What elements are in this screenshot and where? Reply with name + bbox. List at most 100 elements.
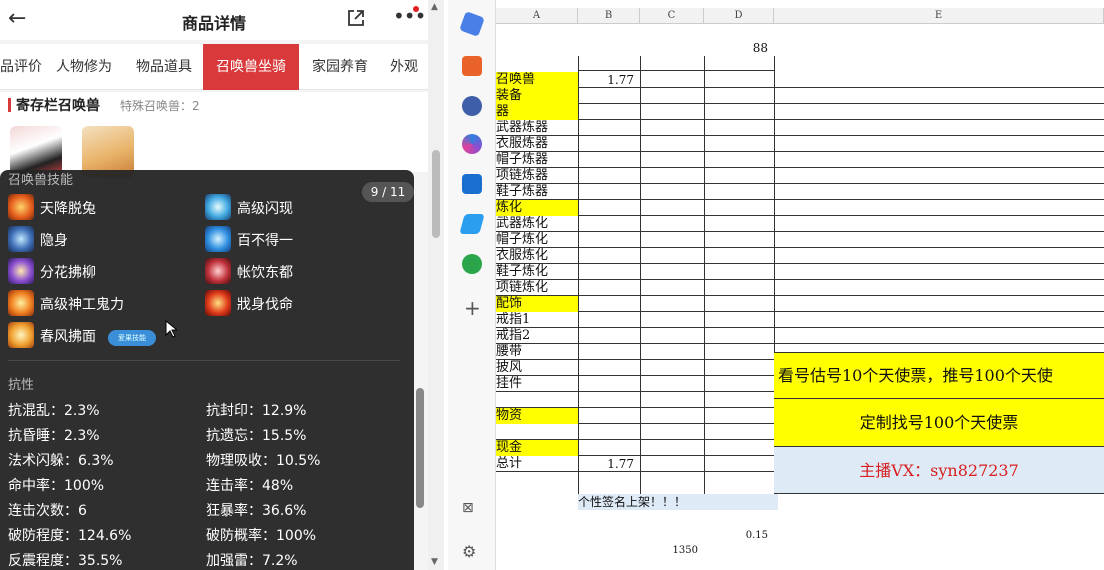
column-header-a[interactable]: A — [496, 8, 578, 24]
cell-c-bottom[interactable]: 1350 — [640, 543, 704, 559]
cell-a[interactable]: 帽子炼化 — [496, 232, 578, 248]
attr-value: 抗封印：12.9% — [206, 403, 307, 419]
toolbox-icon[interactable] — [462, 56, 482, 76]
user-icon[interactable] — [462, 96, 482, 116]
sheet-row: 帽子炼器 — [496, 152, 1104, 168]
attr-value: 命中率：100% — [8, 478, 105, 494]
cell-a[interactable]: 衣服炼器 — [496, 136, 578, 152]
skill-name: 春风拂面 — [40, 329, 96, 345]
tab-character[interactable]: 人物修为 — [46, 44, 122, 90]
sheet-row: 装备 — [496, 88, 1104, 104]
resist-heading: 抗性 — [8, 378, 35, 393]
attr-value: 反震程度：35.5% — [8, 553, 123, 569]
tab-pets-mounts[interactable]: 召唤兽坐骑 — [203, 44, 299, 90]
add-icon[interactable]: + — [464, 296, 481, 320]
scroll-up-icon[interactable]: ▲ — [431, 2, 438, 12]
cell-a[interactable]: 配饰 — [496, 296, 578, 312]
skill-name: 高级神工鬼力 — [40, 297, 124, 313]
sheet-row: 炼化 — [496, 200, 1104, 216]
column-header-b[interactable]: B — [578, 8, 640, 24]
cell-d-top[interactable]: 88 — [704, 40, 774, 56]
cell-a[interactable]: 总计 — [496, 456, 578, 472]
cell-a[interactable]: 鞋子炼化 — [496, 264, 578, 280]
tab-reviews[interactable]: 品评价 — [0, 44, 42, 90]
section-marker — [8, 98, 11, 112]
attr-value: 抗昏睡：2.3% — [8, 428, 100, 444]
cell-e-appraisal[interactable]: 看号估号10个天使票，推号100个天使 — [774, 352, 1104, 398]
tree-icon[interactable] — [462, 254, 482, 274]
skill-icon — [205, 194, 231, 220]
column-header-d[interactable]: D — [704, 8, 774, 24]
share-icon[interactable] — [346, 8, 366, 28]
cell-a[interactable]: 挂件 — [496, 376, 578, 392]
outlook-icon[interactable] — [462, 174, 482, 194]
cell-a[interactable]: 戒指2 — [496, 328, 578, 344]
skill-icon — [8, 226, 34, 252]
cell-a[interactable]: 项链炼器 — [496, 168, 578, 184]
skill-name: 高级闪现 — [237, 201, 293, 217]
tag-icon[interactable] — [459, 11, 485, 37]
cell-a[interactable]: 器 — [496, 104, 578, 120]
cell-e-custom[interactable]: 定制找号100个天使票 — [774, 398, 1104, 446]
app-sidebar: + ⊠ ⚙ — [448, 0, 496, 570]
pet-detail-popup: 召唤兽技能 9 / 11 天降脱兔 高级闪现 隐身 百不得一 分花拂柳 帐饮东都… — [0, 170, 414, 570]
more-icon[interactable]: ••• — [393, 4, 426, 28]
column-header-c[interactable]: C — [640, 8, 704, 24]
cell-a[interactable]: 物资 — [496, 408, 578, 424]
tab-items[interactable]: 物品道具 — [126, 44, 202, 90]
scroll-down-icon[interactable]: ▼ — [431, 557, 438, 567]
column-header-e[interactable]: E — [774, 8, 1104, 24]
attr-value: 连击次数：6 — [8, 503, 87, 519]
send-icon[interactable] — [459, 214, 485, 234]
cell-d-bottom[interactable]: 0.15 — [704, 528, 774, 544]
tab-home[interactable]: 家园养育 — [302, 44, 378, 90]
top-bar: ← 商品详情 ••• — [0, 0, 428, 40]
attr-value: 抗遗忘：15.5% — [206, 428, 307, 444]
storage-heading: 寄存栏召唤兽 — [16, 98, 100, 114]
cell-a[interactable]: 炼化 — [496, 200, 578, 216]
page-scrollbar[interactable]: ▲ ▼ — [428, 0, 444, 570]
skills-heading: 召唤兽技能 — [8, 173, 74, 188]
tab-appearance[interactable]: 外观 — [382, 44, 426, 90]
spreadsheet: A B C D E 88 召唤兽 1.77 装备器武器炼器 衣服炼器 帽子炼器 项链炼器鞋… — [496, 0, 1104, 570]
cell-a[interactable]: 衣服炼化 — [496, 248, 578, 264]
cell-signature-note[interactable]: 个性签名上架！！！ — [578, 494, 778, 510]
copilot-icon[interactable] — [462, 134, 482, 154]
cell-a[interactable]: 戒指1 — [496, 312, 578, 328]
page-indicator: 9 / 11 — [362, 182, 414, 202]
cell-a[interactable]: 腰带 — [496, 344, 578, 360]
attr-value: 加强雷：7.2% — [206, 553, 298, 569]
divider — [8, 360, 400, 361]
screenshot-icon[interactable]: ⊠ — [462, 500, 474, 516]
cell-a[interactable]: 装备 — [496, 88, 578, 104]
cell-e-contact[interactable]: 主播VX：syn827237 — [774, 446, 1104, 494]
skill-icon — [8, 290, 34, 316]
cell-a[interactable]: 召唤兽 — [496, 72, 578, 88]
attr-value: 连击率：48% — [206, 478, 294, 494]
skill-icon — [8, 322, 34, 348]
skill-name: 隐身 — [40, 233, 68, 249]
cell-b-pet[interactable]: 1.77 — [578, 72, 640, 88]
cell-a[interactable]: 武器炼化 — [496, 216, 578, 232]
cell-a[interactable] — [496, 392, 578, 408]
settings-gear-icon[interactable]: ⚙ — [462, 542, 476, 561]
cell-a[interactable]: 武器炼器 — [496, 120, 578, 136]
attr-value: 物理吸收：10.5% — [206, 453, 321, 469]
sheet-row: 帽子炼化 — [496, 232, 1104, 248]
popup-scrollbar[interactable] — [416, 388, 424, 508]
sheet-row: 衣服炼器 — [496, 136, 1104, 152]
scroll-thumb[interactable] — [432, 150, 440, 238]
sheet-row: 召唤兽 1.77 — [496, 72, 1104, 88]
cell-a[interactable]: 帽子炼器 — [496, 152, 578, 168]
cell-a[interactable]: 鞋子炼器 — [496, 184, 578, 200]
cell-a[interactable]: 现金 — [496, 440, 578, 456]
cell-a[interactable]: 披风 — [496, 360, 578, 376]
cell-a[interactable]: 项链炼化 — [496, 280, 578, 296]
sheet-row: 器 — [496, 104, 1104, 120]
skill-name: 帐饮东都 — [237, 265, 293, 281]
storage-subtitle: 特殊召唤兽：2 — [120, 99, 200, 113]
skill-icon — [8, 258, 34, 284]
cell-a[interactable] — [496, 424, 578, 440]
cell-b-total[interactable]: 1.77 — [578, 456, 640, 472]
skill-icon — [205, 258, 231, 284]
